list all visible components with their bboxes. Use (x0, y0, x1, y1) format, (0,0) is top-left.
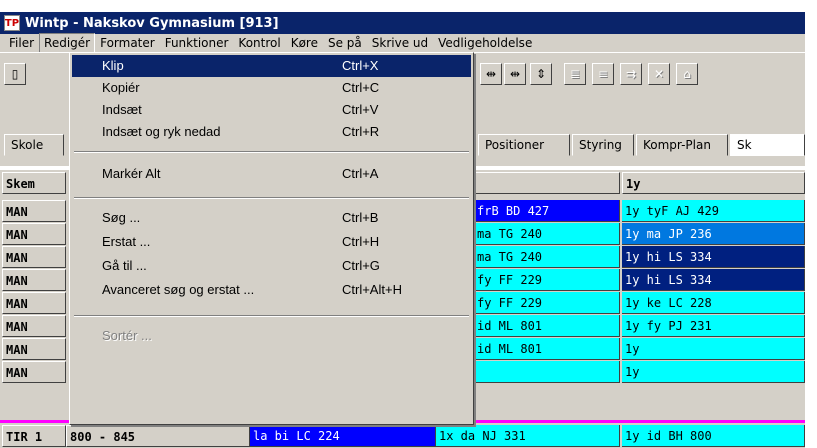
page-margin (805, 12, 817, 448)
grid-cell[interactable]: 1y hi LS 334 (622, 269, 805, 291)
grid-cell[interactable]: 1y ke LC 228 (622, 292, 805, 314)
menu-vedligeholdelse[interactable]: Vedligeholdelse (433, 34, 537, 52)
grid-cell[interactable]: frB BD 427 (474, 200, 620, 222)
grid-cell[interactable]: 1y fy PJ 231 (622, 315, 805, 337)
grid-cell[interactable]: ma TG 240 (474, 246, 620, 268)
title-bar: TP Wintp - Nakskov Gymnasium [913] (0, 12, 817, 34)
menu-separator (74, 151, 469, 153)
grid-cell[interactable]: 1y ma JP 236 (622, 223, 805, 245)
grid-cell[interactable]: ma TG 240 (474, 223, 620, 245)
grid-cell[interactable] (474, 361, 620, 383)
menu-item-sog[interactable]: Søg ... Ctrl+B (72, 207, 471, 229)
tab-skole[interactable]: Skole (4, 134, 64, 156)
menu-item-indsaet[interactable]: Indsæt Ctrl+V (72, 99, 471, 121)
tab-positioner[interactable]: Positioner (478, 134, 570, 156)
column-width-icon[interactable]: ⇹ (480, 63, 502, 85)
align-icon[interactable]: ≣ (564, 63, 586, 85)
menu-skrive-ud[interactable]: Skrive ud (367, 34, 433, 52)
grid-cell[interactable]: 1y (622, 338, 805, 360)
grid-col-header-1y: 1y (622, 172, 805, 194)
menu-bar: Filer Redigér Formater Funktioner Kontro… (0, 33, 817, 53)
home-icon[interactable]: ⌂ (676, 63, 698, 85)
window-title: Wintp - Nakskov Gymnasium [913] (25, 15, 279, 31)
menu-rediger[interactable]: Redigér (39, 33, 96, 53)
menu-se-paa[interactable]: Se på (323, 34, 367, 52)
menu-kore[interactable]: Køre (286, 34, 323, 52)
menu-kontrol[interactable]: Kontrol (233, 34, 285, 52)
column-fit-icon[interactable]: ⇹ (504, 63, 526, 85)
menu-separator (74, 197, 469, 199)
row-label: MAN (2, 223, 66, 245)
grid-cell[interactable]: 1y id BH 800 (622, 425, 805, 447)
grid-cell[interactable]: 1y (622, 361, 805, 383)
menu-item-avanceret-sog[interactable]: Avanceret søg og erstat ... Ctrl+Alt+H (72, 279, 471, 301)
grid-cell[interactable]: la bi LC 224 (250, 425, 436, 447)
grid-cell[interactable]: 1y tyF AJ 429 (622, 200, 805, 222)
grid-cell[interactable]: id ML 801 (474, 338, 620, 360)
menu-item-gaa-til[interactable]: Gå til ... Ctrl+G (72, 255, 471, 277)
day-period-label: TIR 1 (2, 425, 66, 447)
row-label: MAN (2, 269, 66, 291)
menu-item-marker-alt[interactable]: Markér Alt Ctrl+A (72, 163, 471, 185)
grid-cell[interactable]: 1x da NJ 331 (436, 425, 620, 447)
menu-item-klip[interactable]: Klip Ctrl+X (72, 55, 471, 77)
new-document-icon[interactable]: ▯ (4, 63, 26, 85)
time-label: 800 - 845 (66, 425, 250, 447)
grid-col-header-a (474, 172, 620, 194)
menu-item-sorter: Sortér ... (102, 328, 152, 343)
menu-item-indsaet-ryk[interactable]: Indsæt og ryk nedad Ctrl+R (72, 121, 471, 143)
menu-separator (74, 315, 469, 317)
menu-item-kopier[interactable]: Kopiér Ctrl+C (72, 77, 471, 99)
row-label: MAN (2, 361, 66, 383)
app-icon: TP (4, 15, 20, 31)
tab-kompr-plan[interactable]: Kompr-Plan (636, 134, 728, 156)
row-label: MAN (2, 246, 66, 268)
row-height-icon[interactable]: ⇕ (530, 63, 552, 85)
tab-styring[interactable]: Styring (572, 134, 634, 156)
grid-cell[interactable]: fy FF 229 (474, 292, 620, 314)
indent-icon[interactable]: ⇉ (620, 63, 642, 85)
grid-cell[interactable]: id ML 801 (474, 315, 620, 337)
row-label: MAN (2, 315, 66, 337)
row-label: MAN (2, 292, 66, 314)
row-label: MAN (2, 338, 66, 360)
row-label: MAN (2, 200, 66, 222)
tab-sk[interactable]: Sk (730, 134, 805, 156)
menu-filer[interactable]: Filer (4, 34, 39, 52)
menu-formater[interactable]: Formater (95, 34, 160, 52)
menu-item-erstat[interactable]: Erstat ... Ctrl+H (72, 231, 471, 253)
align-left-icon[interactable]: ≡ (592, 63, 614, 85)
grid-cell[interactable]: fy FF 229 (474, 269, 620, 291)
grid-corner-header: Skem (2, 172, 66, 194)
menu-funktioner[interactable]: Funktioner (160, 34, 234, 52)
delete-icon[interactable]: ✕ (648, 63, 670, 85)
edit-menu-dropdown: Klip Ctrl+X Kopiér Ctrl+C Indsæt Ctrl+V … (69, 52, 474, 425)
grid-cell[interactable]: 1y hi LS 334 (622, 246, 805, 268)
